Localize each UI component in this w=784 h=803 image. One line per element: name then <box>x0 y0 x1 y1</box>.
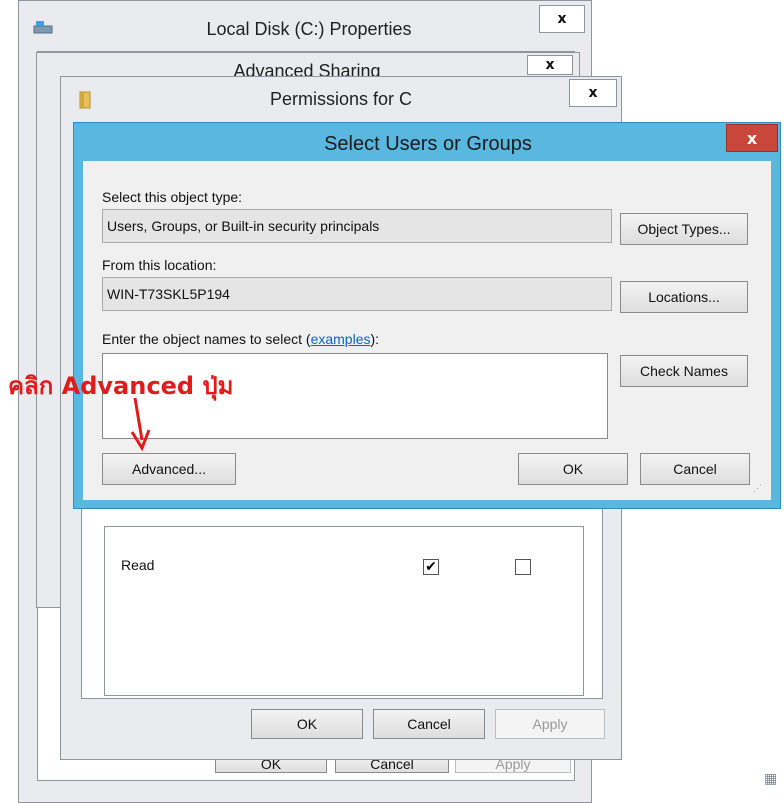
location-label: From this location: <box>102 257 217 273</box>
location-field: WIN-T73SKL5P194 <box>102 277 612 311</box>
permissions-ok-button[interactable]: OK <box>251 709 363 739</box>
permissions-close-button[interactable]: x <box>569 79 617 107</box>
select-users-dialog: Select Users or Groups x Select this obj… <box>73 122 781 509</box>
advanced-sharing-close-button[interactable]: x <box>527 55 573 75</box>
enter-names-label-end: ): <box>370 331 380 347</box>
drive-icon <box>33 21 53 35</box>
select-users-close-button[interactable]: x <box>726 124 778 152</box>
permissions-list: Read ✔ <box>104 526 584 696</box>
examples-link[interactable]: examples <box>311 331 371 347</box>
enter-names-label: Enter the object names to select (exampl… <box>102 331 379 347</box>
annotation-suffix: ปุ่ม <box>194 372 234 400</box>
check-names-button[interactable]: Check Names <box>620 355 748 387</box>
permissions-title: Permissions for C <box>269 89 413 109</box>
annotation-prefix: คลิก <box>8 372 62 400</box>
folder-icon <box>78 91 92 109</box>
local-disk-close-button[interactable]: x <box>539 5 585 33</box>
annotation-arrow-icon <box>125 396 155 452</box>
grid-icon: ▦ <box>764 770 778 786</box>
locations-button[interactable]: Locations... <box>620 281 748 313</box>
select-users-title: Select Users or Groups <box>324 133 532 155</box>
resize-grip-icon[interactable]: ⋰ <box>753 483 767 497</box>
permission-row-label: Read <box>121 557 155 573</box>
permissions-cancel-button[interactable]: Cancel <box>373 709 485 739</box>
local-disk-title: Local Disk (C:) Properties <box>206 19 412 39</box>
deny-checkbox[interactable] <box>515 559 531 575</box>
cancel-button[interactable]: Cancel <box>640 453 750 485</box>
object-types-button[interactable]: Object Types... <box>620 213 748 245</box>
annotation-label: คลิก Advanced ปุ่ม <box>8 366 233 405</box>
permissions-apply-button[interactable]: Apply <box>495 709 605 739</box>
advanced-button[interactable]: Advanced... <box>102 453 236 485</box>
object-type-field: Users, Groups, or Built-in security prin… <box>102 209 612 243</box>
object-type-label: Select this object type: <box>102 189 243 205</box>
enter-names-label-text: Enter the object names to select ( <box>102 331 311 347</box>
ok-button[interactable]: OK <box>518 453 628 485</box>
allow-checkbox[interactable]: ✔ <box>423 559 439 575</box>
select-users-body: Select this object type: Users, Groups, … <box>83 161 771 500</box>
